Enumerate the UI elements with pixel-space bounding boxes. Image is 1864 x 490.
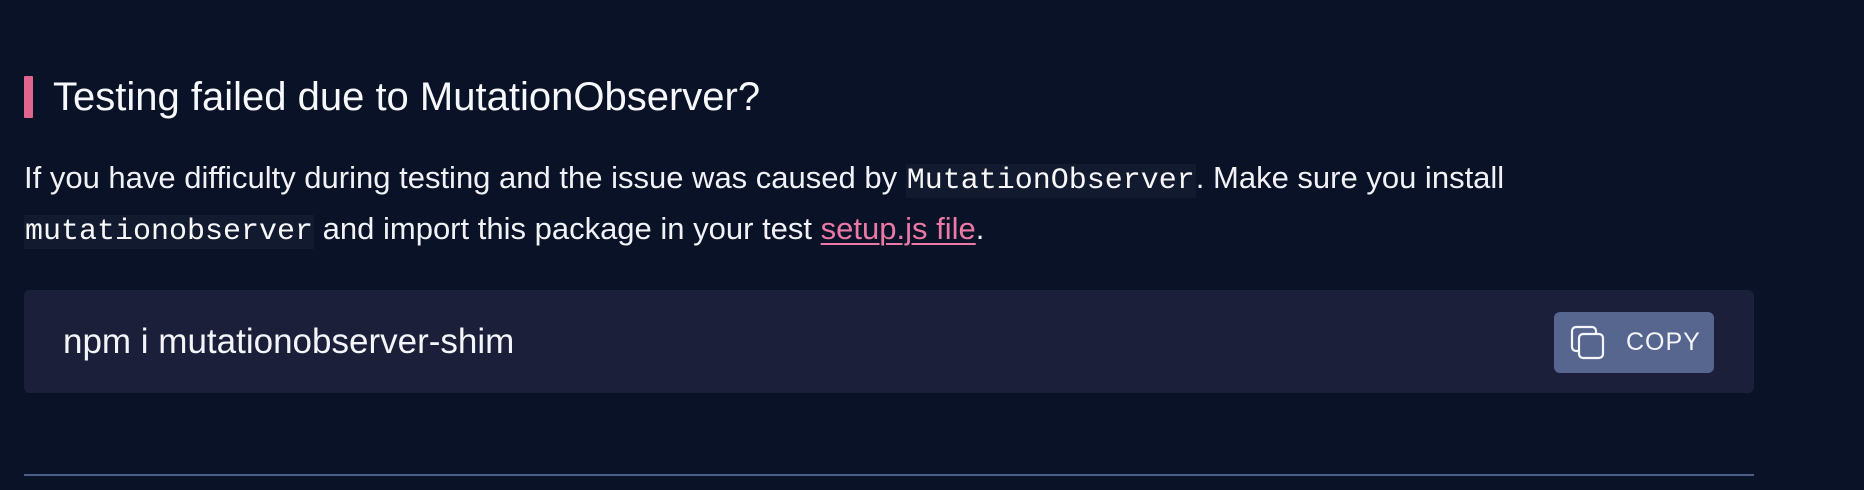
paragraph-text: . bbox=[975, 211, 985, 246]
setup-file-link[interactable]: setup.js file bbox=[821, 211, 976, 246]
copy-button[interactable]: COPY bbox=[1554, 312, 1714, 373]
paragraph-text: and import this package in your test bbox=[314, 211, 821, 246]
install-command: npm i mutationobserver-shim bbox=[63, 322, 515, 361]
copy-button-label: COPY bbox=[1626, 328, 1701, 356]
section-paragraph: If you have difficulty during testing an… bbox=[24, 154, 1744, 256]
code-block: npm i mutationobserver-shim COPY bbox=[24, 290, 1754, 393]
inline-code-mutationobserver: MutationObserver bbox=[905, 164, 1196, 198]
section-title: Testing failed due to MutationObserver? bbox=[53, 75, 761, 119]
heading-accent-bar bbox=[24, 76, 33, 118]
paragraph-text: . Make sure you install bbox=[1195, 160, 1505, 195]
section-heading-row: Testing failed due to MutationObserver? bbox=[24, 76, 760, 118]
page: Testing failed due to MutationObserver? … bbox=[0, 0, 1864, 490]
paragraph-text: If you have difficulty during testing an… bbox=[24, 160, 906, 195]
copy-icon bbox=[1570, 325, 1605, 359]
section-divider bbox=[24, 474, 1754, 476]
inline-code-package: mutationobserver bbox=[24, 215, 315, 249]
